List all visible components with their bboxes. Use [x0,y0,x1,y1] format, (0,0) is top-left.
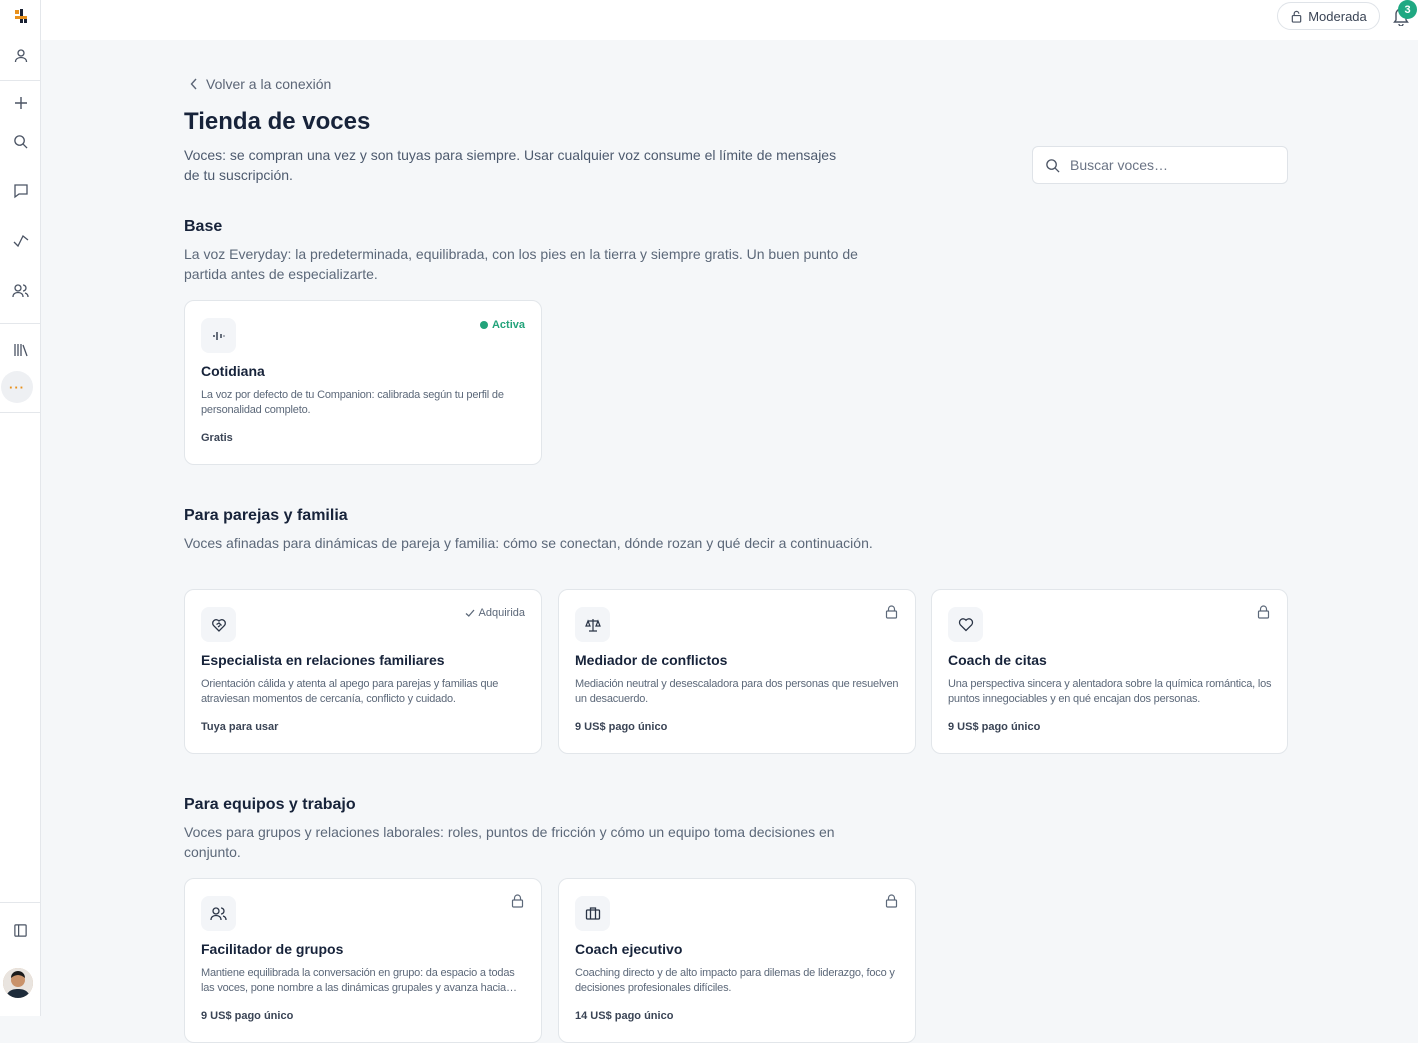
sidebar-toggle-icon[interactable] [0,914,41,946]
chevron-left-icon [190,78,197,90]
card-description: Orientación cálida y atenta al apego par… [201,678,499,705]
card-title: Coach ejecutivo [575,941,683,957]
voice-card-dating-coach[interactable]: Coach de citas Una perspectiva sincera y… [931,589,1288,754]
section-title-family: Para parejas y familia [184,507,348,524]
people-icon[interactable] [0,275,41,307]
card-price: 9 US$ pago único [948,721,1041,733]
page-title: Tienda de voces [184,108,371,135]
card-title: Especialista en relaciones familiares [201,652,445,668]
status-badge: Adquirida [465,607,525,619]
card-description: La voz por defecto de tu Companion: cali… [201,389,504,416]
search-box [1032,146,1288,184]
card-title: Coach de citas [948,652,1047,668]
voice-card-conflict-mediator[interactable]: Mediador de conflictos Mediación neutral… [558,589,916,754]
card-description: Una perspectiva sincera y alentadora sob… [948,678,1272,705]
lock-icon [885,605,898,624]
briefcase-icon [575,896,610,931]
status-label: Activa [491,319,525,331]
card-title: Facilitador de grupos [201,941,344,957]
lock-icon [1291,10,1302,23]
lock-icon [885,894,898,913]
section-desc-family: Voces afinadas para dinámicas de pareja … [184,535,873,551]
voice-card-cotidiana[interactable]: Activa Cotidiana La voz por defecto de t… [184,300,542,465]
avatar[interactable] [3,968,33,998]
card-price: 14 US$ pago único [575,1010,674,1022]
library-icon[interactable] [0,334,41,366]
card-description: Coaching directo y de alto impacto para … [575,967,895,994]
card-price: 9 US$ pago único [201,1010,294,1022]
voice-card-group-facilitator[interactable]: Facilitador de grupos Mantiene equilibra… [184,878,542,1043]
moderation-label: Moderada [1308,8,1367,24]
waveform-icon [201,318,236,353]
card-price: Tuya para usar [201,721,279,733]
card-description: Mediación neutral y desescaladora para d… [575,678,899,705]
card-description: Mantiene equilibrada la conversación en … [201,967,515,994]
section-title-teams: Para equipos y trabajo [184,796,356,813]
status-badge: Activa [479,319,525,331]
card-title: Cotidiana [201,363,265,379]
card-price: Gratis [201,432,233,444]
card-title: Mediador de conflictos [575,652,728,668]
card-price: 9 US$ pago único [575,721,668,733]
status-label: Adquirida [478,607,525,619]
voice-card-family-specialist[interactable]: Adquirida Especialista en relaciones fam… [184,589,542,754]
section-desc-base: La voz Everyday: la predeterminada, equi… [184,246,858,282]
section-title-base: Base [184,218,223,235]
profile-icon[interactable] [0,40,41,72]
back-link[interactable]: Volver a la conexión [190,74,331,94]
search-icon [1046,158,1060,173]
voice-card-executive-coach[interactable]: Coach ejecutivo Coaching directo y de al… [558,878,916,1043]
activity-icon[interactable] [0,225,41,257]
notification-badge: 3 [1398,0,1417,19]
search-icon[interactable] [0,125,41,157]
check-icon [465,609,475,617]
sidebar: ··· [0,0,41,1016]
moderation-button[interactable]: Moderada [1277,2,1380,30]
lock-icon [1257,605,1270,624]
topbar [41,0,1418,40]
heart-icon [948,607,983,642]
page-subtitle: Voces: se compran una vez y son tuyas pa… [184,147,837,183]
logo-icon[interactable] [0,0,41,32]
heart-handshake-icon [201,607,236,642]
chat-icon[interactable] [0,175,41,207]
more-icon[interactable]: ··· [1,371,33,403]
search-input[interactable] [1070,157,1270,173]
users-icon [201,896,236,931]
new-icon[interactable] [0,87,41,119]
lock-icon [511,894,524,913]
section-desc-teams: Voces para grupos y relaciones laborales… [184,824,835,860]
back-link-label: Volver a la conexión [206,76,332,92]
scale-icon [575,607,610,642]
